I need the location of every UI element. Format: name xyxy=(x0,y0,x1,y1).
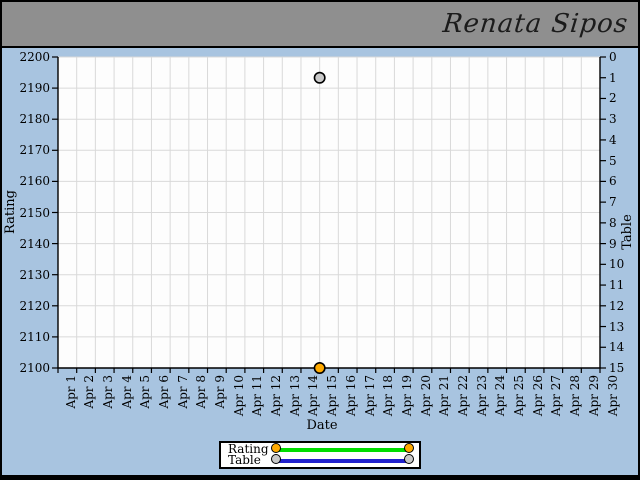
right-axis-tick-label: 8 xyxy=(609,215,617,230)
x-axis-tick-label: Apr 11 xyxy=(250,375,265,417)
legend-marker-table xyxy=(271,454,281,464)
x-axis-tick-label: Apr 4 xyxy=(119,375,134,409)
x-axis-tick-label: Apr 29 xyxy=(586,375,601,417)
right-axis-tick-label: 12 xyxy=(609,298,625,313)
legend-marker-table xyxy=(404,454,414,464)
legend-swatch-table xyxy=(271,454,414,466)
chart-area: Rating Table Date Rating Table 2100 2110 21… xyxy=(2,2,638,475)
legend-row-table: Table xyxy=(221,453,419,467)
data-point-rating xyxy=(313,361,326,374)
left-axis-tick-label: 2140 xyxy=(19,236,50,251)
x-axis-title: Date xyxy=(306,418,338,433)
left-axis-tick-label: 2100 xyxy=(19,361,50,375)
right-axis-tick-label: 13 xyxy=(609,319,625,334)
x-axis-tick-label: Apr 10 xyxy=(231,375,246,417)
right-axis-tick-label: 0 xyxy=(609,50,617,64)
x-axis-tick-label: Apr 13 xyxy=(287,375,302,417)
x-axis-tick-label: Apr 6 xyxy=(156,375,171,409)
x-axis-tick-label: Apr 23 xyxy=(474,375,489,417)
x-axis-tick-label: Apr 16 xyxy=(343,375,358,417)
right-axis-tick-label: 14 xyxy=(609,340,625,355)
x-axis-tick-label: Apr 3 xyxy=(100,375,115,409)
right-axis-tick-label: 4 xyxy=(609,132,617,147)
right-axis-tick-label: 6 xyxy=(609,174,617,189)
legend-swatch-rating xyxy=(271,443,414,455)
x-axis-tick-label: Apr 26 xyxy=(530,375,545,417)
x-axis-tick-label: Apr 30 xyxy=(605,375,620,417)
right-axis-tick-label: 7 xyxy=(609,195,617,210)
legend-line-sample xyxy=(278,447,407,452)
left-axis-tick-label: 2200 xyxy=(19,50,50,64)
x-axis-tick-label: Apr 14 xyxy=(306,375,321,417)
x-axis-tick-label: Apr 27 xyxy=(549,375,564,417)
left-axis-tick-label: 2150 xyxy=(19,205,50,220)
x-axis-tick-label: Apr 5 xyxy=(138,375,153,409)
x-axis-tick-label: Apr 1 xyxy=(63,375,78,409)
x-axis-tick-label: Apr 12 xyxy=(269,375,284,417)
x-axis-tick-label: Apr 25 xyxy=(512,375,527,417)
x-axis-tick-label: Apr 24 xyxy=(493,375,508,417)
chart-window: Renata Sipos Rating Table Date Rating Tab… xyxy=(0,0,640,480)
right-axis-tick-label: 15 xyxy=(609,361,625,375)
x-axis-tick-label: Apr 7 xyxy=(175,375,190,409)
legend-label-table: Table xyxy=(228,453,261,467)
left-axis-tick-label: 2160 xyxy=(19,174,50,189)
left-axis-tick-label: 2130 xyxy=(19,267,50,282)
x-axis-tick-label: Apr 9 xyxy=(213,375,228,409)
left-axis-tick-label: 2110 xyxy=(19,329,50,344)
left-axis-tick-label: 2180 xyxy=(19,112,50,127)
right-axis-tick-label: 9 xyxy=(609,236,617,251)
x-axis-tick-label: Apr 28 xyxy=(568,375,583,417)
legend-box: Rating Table xyxy=(219,441,421,469)
right-axis-title: Table xyxy=(620,214,635,250)
right-axis-tick-label: 10 xyxy=(609,257,625,272)
x-axis-tick-label: Apr 17 xyxy=(362,375,377,417)
left-axis-tick-label: 2120 xyxy=(19,298,50,313)
right-axis-tick-label: 11 xyxy=(609,278,625,293)
legend-marker-rating xyxy=(404,443,414,453)
left-axis-tick-label: 2170 xyxy=(19,143,50,158)
data-point-table xyxy=(313,71,326,84)
right-axis-tick-label: 3 xyxy=(609,112,617,127)
x-axis-tick-label: Apr 2 xyxy=(82,375,97,409)
x-axis-tick-label: Apr 8 xyxy=(194,375,209,409)
x-axis-tick-label: Apr 15 xyxy=(325,375,340,417)
right-axis-tick-label: 5 xyxy=(609,153,617,168)
x-axis-tick-label: Apr 19 xyxy=(399,375,414,417)
legend-marker-rating xyxy=(271,443,281,453)
legend-line-sample xyxy=(278,458,407,463)
left-axis-tick-label: 2190 xyxy=(19,81,50,96)
x-axis-tick-label: Apr 22 xyxy=(455,375,470,417)
right-axis-tick-label: 2 xyxy=(609,91,617,106)
x-axis-tick-label: Apr 20 xyxy=(418,375,433,417)
right-axis-tick-label: 1 xyxy=(609,70,617,85)
x-axis-tick-label: Apr 18 xyxy=(381,375,396,417)
x-axis-tick-label: Apr 21 xyxy=(437,375,452,417)
